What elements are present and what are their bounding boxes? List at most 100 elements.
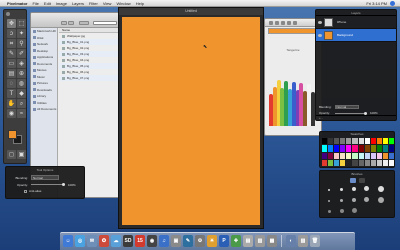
screen-mode-icon[interactable]: ▣: [17, 150, 26, 159]
red-eye-tool-icon[interactable]: ◉: [7, 109, 16, 118]
brush-preset[interactable]: [378, 197, 384, 203]
swatch[interactable]: [322, 152, 328, 159]
text-tool-icon[interactable]: T: [7, 89, 16, 98]
opacity-slider[interactable]: [31, 183, 65, 186]
eyedropper-tool-icon[interactable]: ⚲: [17, 39, 26, 48]
brush-preset[interactable]: [340, 188, 343, 191]
swatch[interactable]: [352, 152, 358, 159]
color-sliders-icon[interactable]: [275, 20, 279, 25]
clock[interactable]: Fri 3:14 PM: [366, 1, 387, 6]
swatch[interactable]: [334, 138, 340, 145]
swatch[interactable]: [322, 159, 328, 166]
menu-layers[interactable]: Layers: [72, 1, 84, 6]
file-row[interactable]: Bg_Blue_07.png: [59, 75, 119, 81]
swatch[interactable]: [376, 145, 382, 152]
dock-app-icon[interactable]: ◉: [147, 235, 157, 247]
dock-app-icon[interactable]: ▣: [171, 235, 181, 247]
swatch[interactable]: [382, 138, 388, 145]
foreground-color-swatch[interactable]: [8, 130, 17, 139]
dock-app-icon[interactable]: ✪: [99, 235, 109, 247]
sponge-tool-icon[interactable]: ◍: [17, 79, 26, 88]
dock-app-icon[interactable]: P: [219, 235, 229, 247]
swatch[interactable]: [334, 152, 340, 159]
brush-preset[interactable]: [364, 186, 369, 191]
dock-app-icon[interactable]: ▧: [298, 235, 308, 247]
menu-help[interactable]: Help: [136, 1, 144, 6]
pencil-tool-icon[interactable]: ✐: [17, 49, 26, 58]
brush-preset[interactable]: [328, 189, 330, 191]
brush-preset[interactable]: [352, 198, 356, 202]
back-button[interactable]: [61, 21, 67, 25]
color-wheel-icon[interactable]: [269, 20, 273, 25]
dock-app-icon[interactable]: ▤: [243, 235, 253, 247]
dock-app-icon[interactable]: ☺: [63, 235, 73, 247]
swatch[interactable]: [352, 145, 358, 152]
swatch[interactable]: [352, 138, 358, 145]
opacity-slider[interactable]: [335, 111, 368, 115]
swatch[interactable]: [346, 145, 352, 152]
swatch[interactable]: [322, 138, 328, 145]
dock-app-icon[interactable]: ▥: [255, 235, 265, 247]
brush-preset[interactable]: [328, 210, 331, 213]
swatch[interactable]: [358, 159, 364, 166]
swatch[interactable]: [352, 159, 358, 166]
swatch[interactable]: [382, 152, 388, 159]
swatch[interactable]: [376, 138, 382, 145]
forward-button[interactable]: [68, 21, 74, 25]
swatch[interactable]: [346, 138, 352, 145]
menu-image[interactable]: Image: [56, 1, 67, 6]
gradient-tool-icon[interactable]: ▤: [7, 69, 16, 78]
swatch[interactable]: [382, 159, 388, 166]
dock-app-icon[interactable]: ✉: [87, 235, 97, 247]
sidebar-item[interactable]: All Documents: [31, 106, 57, 113]
swatch[interactable]: [346, 152, 352, 159]
swatch[interactable]: [328, 152, 334, 159]
swatch[interactable]: [334, 159, 340, 166]
swatch[interactable]: [388, 159, 394, 166]
crop-tool-icon[interactable]: ⌗: [7, 39, 16, 48]
swatch[interactable]: [376, 152, 382, 159]
dock-app-icon[interactable]: 🗑: [310, 235, 320, 247]
lasso-tool-icon[interactable]: ↄ: [7, 29, 16, 38]
swatch[interactable]: [388, 145, 394, 152]
blending-select[interactable]: Normal: [31, 175, 59, 180]
blur-tool-icon[interactable]: ◌: [7, 79, 16, 88]
swatch[interactable]: [382, 145, 388, 152]
swatch[interactable]: [370, 138, 376, 145]
brush-preset[interactable]: [364, 197, 369, 202]
color-palette-icon[interactable]: [281, 20, 285, 25]
layer-row[interactable]: iPhone: [316, 16, 396, 29]
marquee-tool-icon[interactable]: ⬚: [17, 19, 26, 28]
current-color-well[interactable]: [268, 28, 318, 34]
shape-tool-icon[interactable]: ◆: [17, 89, 26, 98]
swatch[interactable]: [328, 145, 334, 152]
swatch[interactable]: [358, 138, 364, 145]
layers-footer[interactable]: + -: [316, 115, 396, 120]
brush-tool-icon[interactable]: ✎: [7, 49, 16, 58]
swatch[interactable]: [358, 145, 364, 152]
swatch[interactable]: [340, 152, 346, 159]
swatch[interactable]: [358, 152, 364, 159]
antialias-checkbox[interactable]: Anti-alias: [24, 189, 84, 193]
search-field[interactable]: [93, 21, 117, 25]
zoom-tool-icon[interactable]: ⌕: [17, 99, 26, 108]
spotlight-icon[interactable]: [390, 1, 395, 6]
hand-tool-icon[interactable]: ✋: [7, 99, 16, 108]
dock-app-icon[interactable]: ◐: [286, 235, 296, 247]
swatch[interactable]: [340, 138, 346, 145]
swatch[interactable]: [370, 152, 376, 159]
dock-app-icon[interactable]: ✎: [183, 235, 193, 247]
clone-tool-icon[interactable]: ⊕: [17, 69, 26, 78]
slider-knob[interactable]: [62, 183, 65, 186]
blending-select[interactable]: Normal: [334, 105, 359, 109]
brush-preset[interactable]: [378, 186, 384, 192]
brush-preset[interactable]: [352, 187, 356, 191]
move-tool-icon[interactable]: ✥: [7, 19, 16, 28]
swatch[interactable]: [388, 152, 394, 159]
visibility-eye-icon[interactable]: [318, 20, 322, 24]
dock-app-icon[interactable]: ⚙: [195, 235, 205, 247]
brush-preset[interactable]: [340, 199, 343, 202]
dock-app-icon[interactable]: 15: [135, 235, 145, 247]
app-menu[interactable]: Pixelmator: [7, 1, 27, 6]
dock-app-icon[interactable]: ♫: [159, 235, 169, 247]
